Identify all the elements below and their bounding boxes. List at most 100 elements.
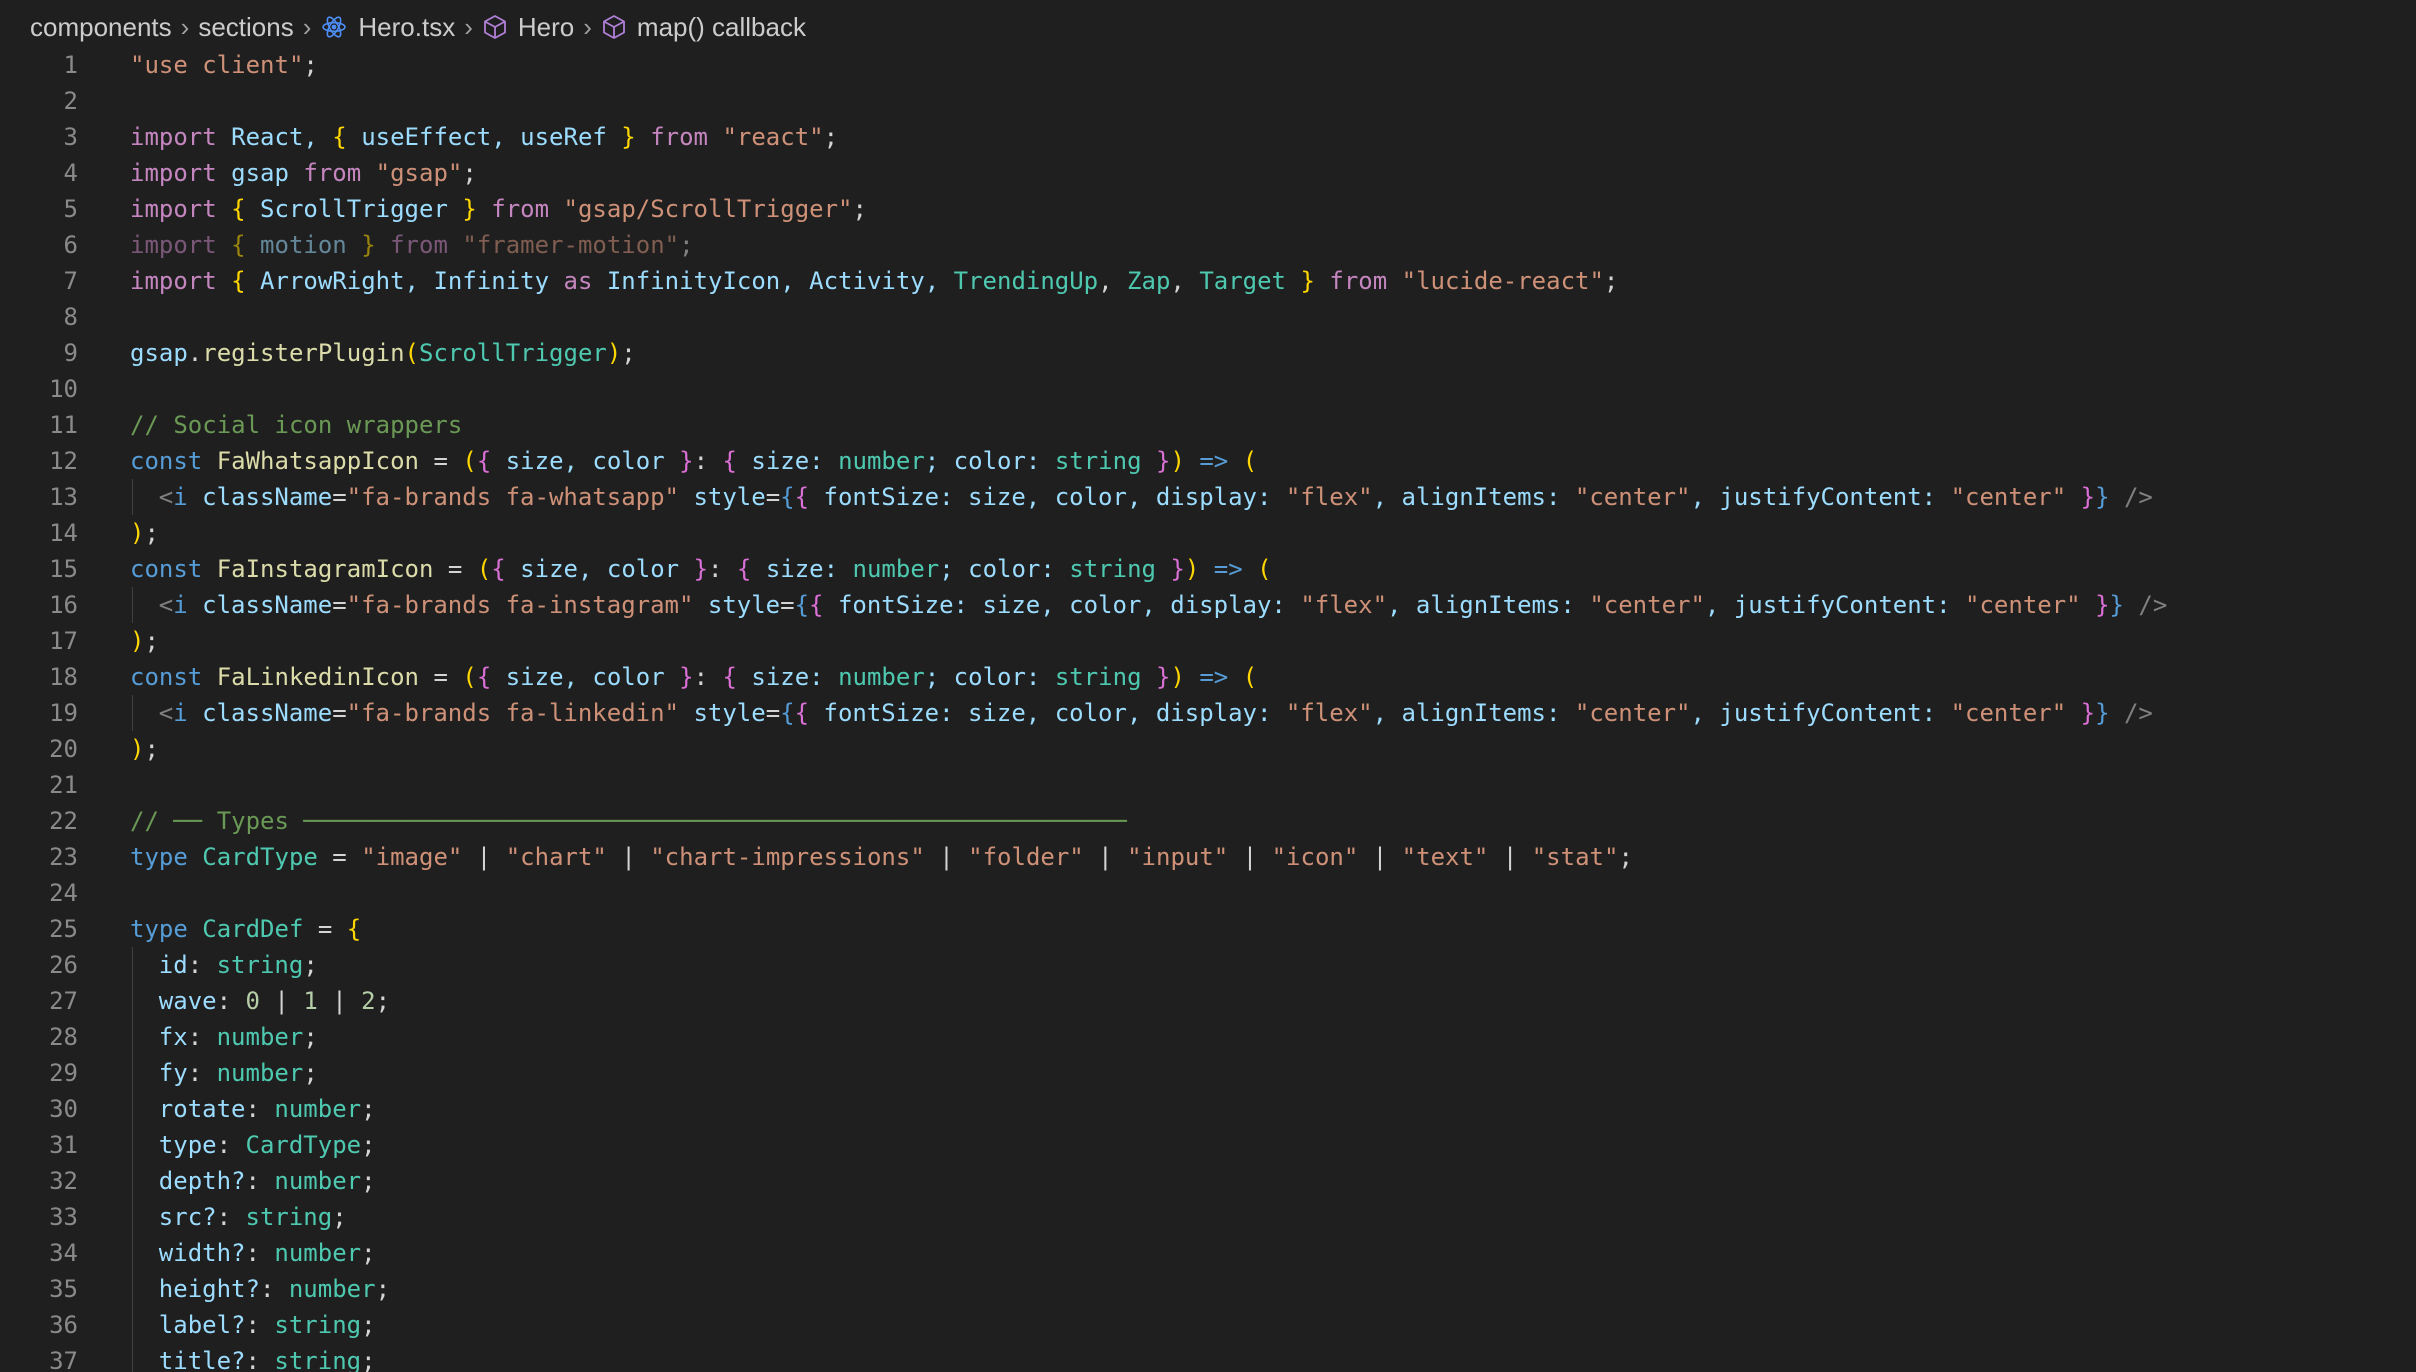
code-line[interactable]: 14); — [0, 515, 2416, 551]
code-line[interactable]: 37 title?: string; — [0, 1343, 2416, 1372]
code-line[interactable]: 27 wave: 0 | 1 | 2; — [0, 983, 2416, 1019]
breadcrumb-item-hero[interactable]: Hero — [482, 12, 574, 43]
code-line[interactable]: 5 import { ScrollTrigger } from "gsap/Scr… — [0, 191, 2416, 227]
code-line[interactable]: 21 — [0, 767, 2416, 803]
code-token: // ── Types ────────────────────────────… — [130, 807, 1127, 835]
code-line[interactable]: 22 // ── Types ──────────────────────────… — [0, 803, 2416, 839]
code-token: : — [245, 1167, 275, 1195]
breadcrumb-item-callback[interactable]: map() callback — [601, 12, 806, 43]
code-token: < — [158, 699, 174, 727]
code-token: rotate — [158, 1095, 246, 1123]
line-number: 14 — [49, 519, 78, 547]
code-token: , — [1098, 267, 1128, 295]
code-token: ; — [303, 51, 318, 79]
code-token: "center" — [1589, 591, 1705, 619]
code-line[interactable]: 35 height?: number; — [0, 1271, 2416, 1307]
code-line[interactable]: 31 type: CardType; — [0, 1127, 2416, 1163]
breadcrumb-item-components[interactable]: components — [30, 12, 172, 43]
code-token: const — [130, 447, 203, 475]
code-line[interactable]: 29 fy: number; — [0, 1055, 2416, 1091]
code-token: import — [130, 267, 217, 295]
code-line[interactable]: 20); — [0, 731, 2416, 767]
code-line[interactable]: 18 const FaLinkedinIcon = ({ size, color … — [0, 659, 2416, 695]
code-token: i — [173, 483, 188, 511]
line-number: 30 — [49, 1095, 78, 1123]
code-area[interactable]: 1 "use client"; 2 3 import React, { useEffec… — [0, 47, 2416, 1372]
code-token: "chart-impressions" — [650, 843, 925, 871]
code-token: string — [245, 1203, 333, 1231]
code-token: | — [1358, 843, 1402, 871]
code-line[interactable]: 33 src?: string; — [0, 1199, 2416, 1235]
code-line[interactable]: 1 "use client"; — [0, 47, 2416, 83]
code-token: "center" — [1574, 699, 1691, 727]
code-token: number — [274, 1095, 362, 1123]
code-token: } — [2109, 591, 2124, 619]
code-line[interactable]: 6 import { motion } from "framer-motion"; — [0, 227, 2416, 263]
code-token: "center" — [1965, 591, 2081, 619]
code-token: /> — [2109, 699, 2153, 727]
code-line[interactable]: 13 <i className="fa-brands fa-whatsapp" s… — [0, 479, 2416, 515]
line-content: import React, { useEffect, useRef } from… — [130, 119, 838, 155]
code-token: } — [1170, 555, 1185, 583]
line-content: import { ScrollTrigger } from "gsap/Scro… — [130, 191, 867, 227]
line-number: 9 — [63, 339, 78, 367]
code-line[interactable]: 12 const FaWhatsappIcon = ({ size, color … — [0, 443, 2416, 479]
code-token: , alignItems: — [1387, 591, 1590, 619]
code-token: ; color: — [924, 663, 1055, 691]
code-token: , justifyContent: — [1690, 483, 1951, 511]
code-line[interactable]: 28 fx: number; — [0, 1019, 2416, 1055]
line-content: const FaWhatsappIcon = ({ size, color }:… — [130, 443, 1257, 479]
code-line[interactable]: 11 // Social icon wrappers — [0, 407, 2416, 443]
code-line[interactable]: 19 <i className="fa-brands fa-linkedin" s… — [0, 695, 2416, 731]
code-token: title? — [158, 1347, 246, 1372]
line-number: 3 — [63, 123, 78, 151]
code-token: ; — [361, 1131, 376, 1159]
code-token: { — [491, 555, 506, 583]
code-editor[interactable]: components › sections › Hero.tsx › Hero … — [0, 0, 2416, 1372]
code-line[interactable]: 4 import gsap from "gsap"; — [0, 155, 2416, 191]
breadcrumb: components › sections › Hero.tsx › Hero … — [0, 0, 2416, 54]
code-token: size: — [736, 663, 839, 691]
line-number: 17 — [49, 627, 78, 655]
code-token: = — [332, 483, 347, 511]
code-token: style — [679, 483, 766, 511]
code-line[interactable]: 25 type CardDef = { — [0, 911, 2416, 947]
code-line[interactable]: 9 gsap.registerPlugin(ScrollTrigger); — [0, 335, 2416, 371]
code-token: { — [231, 195, 246, 223]
code-token: : — [187, 951, 217, 979]
code-token: style — [679, 699, 766, 727]
code-line[interactable]: 15 const FaInstagramIcon = ({ size, color… — [0, 551, 2416, 587]
line-content: type CardDef = { — [130, 911, 361, 947]
code-line[interactable]: 30 rotate: number; — [0, 1091, 2416, 1127]
code-line[interactable]: 24 — [0, 875, 2416, 911]
line-number: 22 — [49, 807, 78, 835]
code-line[interactable]: 36 label?: string; — [0, 1307, 2416, 1343]
code-token: : — [245, 1347, 275, 1372]
code-line[interactable]: 16 <i className="fa-brands fa-instagram" … — [0, 587, 2416, 623]
line-number: 6 — [63, 231, 78, 259]
breadcrumb-item-sections[interactable]: sections — [198, 12, 293, 43]
code-line[interactable]: 8 — [0, 299, 2416, 335]
code-line[interactable]: 34 width?: number; — [0, 1235, 2416, 1271]
code-token: | — [259, 987, 304, 1015]
code-line[interactable]: 17); — [0, 623, 2416, 659]
code-token: ; — [1618, 843, 1633, 871]
code-line[interactable]: 2 — [0, 83, 2416, 119]
code-line[interactable]: 26 id: string; — [0, 947, 2416, 983]
code-token: ) — [130, 735, 145, 763]
indent-guide — [132, 947, 133, 983]
code-line[interactable]: 3 import React, { useEffect, useRef } fro… — [0, 119, 2416, 155]
code-token: "image" — [361, 843, 463, 871]
code-line[interactable]: 23 type CardType = "image" | "chart" | "c… — [0, 839, 2416, 875]
code-token: from — [491, 195, 550, 223]
code-line[interactable]: 32 depth?: number; — [0, 1163, 2416, 1199]
code-token: Zap — [1127, 267, 1171, 295]
code-line[interactable]: 7 import { ArrowRight, Infinity as Infini… — [0, 263, 2416, 299]
line-number: 18 — [49, 663, 78, 691]
breadcrumb-item-file[interactable]: Hero.tsx — [320, 12, 455, 43]
code-line[interactable]: 10 — [0, 371, 2416, 407]
